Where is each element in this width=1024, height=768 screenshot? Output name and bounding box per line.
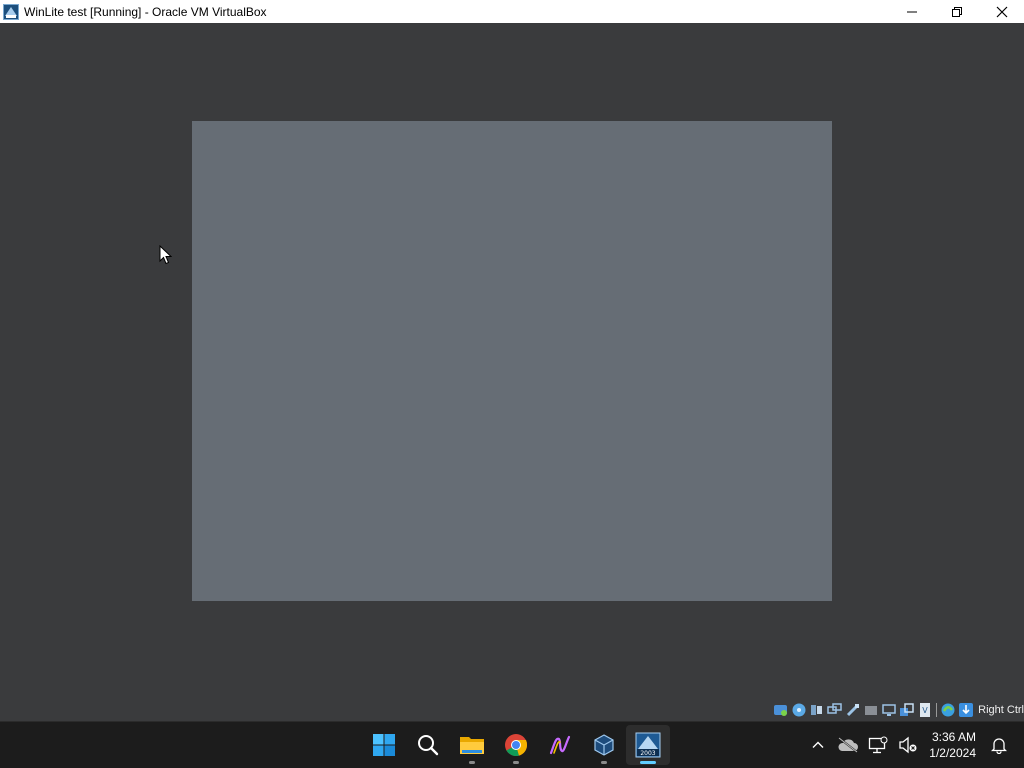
search-icon	[418, 735, 439, 756]
close-icon	[996, 6, 1007, 17]
network-button[interactable]	[867, 734, 889, 756]
vm-badge-text: 2003	[640, 750, 655, 757]
network-icon[interactable]	[827, 702, 843, 718]
restore-icon	[951, 6, 962, 17]
running-indicator	[601, 761, 607, 764]
start-button[interactable]	[362, 725, 406, 765]
search-button[interactable]	[406, 725, 450, 765]
folder-icon	[460, 737, 484, 754]
windows-start-icon	[373, 734, 395, 756]
display-icon[interactable]	[881, 702, 897, 718]
taskbar: 2003 3:36 AM 1/2/2024	[0, 721, 1024, 768]
status-separator	[936, 703, 938, 717]
audio-icon[interactable]	[809, 702, 825, 718]
hard-disk-icon[interactable]	[773, 702, 789, 718]
running-indicator	[513, 761, 519, 764]
bell-icon	[991, 738, 1007, 754]
window-title: WinLite test [Running] - Oracle VM Virtu…	[24, 4, 267, 19]
usb-icon[interactable]	[845, 702, 861, 718]
guest-screen[interactable]	[192, 121, 832, 601]
chevron-up-icon	[812, 741, 824, 748]
virtualbox-icon	[594, 734, 614, 756]
vm-display-area[interactable]	[0, 23, 1024, 699]
onedrive-button[interactable]	[837, 734, 859, 756]
svg-text:V: V	[922, 706, 928, 715]
network-disconnected-icon	[869, 736, 888, 754]
volume-muted-icon	[899, 736, 917, 754]
pen-app-button[interactable]	[538, 725, 582, 765]
recording-icon[interactable]	[899, 702, 915, 718]
clock-date: 1/2/2024	[929, 746, 976, 760]
active-indicator	[640, 761, 656, 764]
minimize-button[interactable]	[889, 0, 934, 23]
pen-app-icon	[549, 735, 571, 755]
show-hidden-icons-button[interactable]	[807, 734, 829, 756]
file-explorer-button[interactable]	[450, 725, 494, 765]
chrome-icon	[505, 734, 528, 757]
keyboard-icon[interactable]	[958, 702, 974, 718]
virtualbox-button[interactable]	[582, 725, 626, 765]
minimize-icon	[906, 11, 917, 12]
virtualbox-vm-icon	[3, 3, 19, 20]
mouse-integration-icon[interactable]	[940, 702, 956, 718]
running-indicator	[469, 761, 475, 764]
vm-window-icon: 2003	[635, 732, 661, 758]
cloud-off-icon	[838, 737, 859, 753]
chrome-button[interactable]	[494, 725, 538, 765]
system-tray: 3:36 AM 1/2/2024	[803, 722, 1024, 768]
clock[interactable]: 3:36 AM 1/2/2024	[929, 729, 976, 761]
volume-button[interactable]	[897, 734, 919, 756]
maximize-button[interactable]	[934, 0, 979, 23]
vm-window-button[interactable]: 2003	[626, 725, 670, 765]
host-key-label[interactable]: Right Ctrl	[978, 704, 1024, 716]
mouse-cursor-icon	[159, 245, 172, 265]
close-button[interactable]	[979, 0, 1024, 23]
title-bar[interactable]: WinLite test [Running] - Oracle VM Virtu…	[0, 0, 1024, 23]
optical-drive-icon[interactable]	[791, 702, 807, 718]
clock-time: 3:36 AM	[931, 730, 976, 744]
vm-status-bar: V Right Ctrl	[0, 699, 1024, 721]
cpu-icon[interactable]: V	[917, 702, 933, 718]
notifications-button[interactable]	[988, 734, 1010, 756]
shared-folders-icon[interactable]	[863, 702, 879, 718]
